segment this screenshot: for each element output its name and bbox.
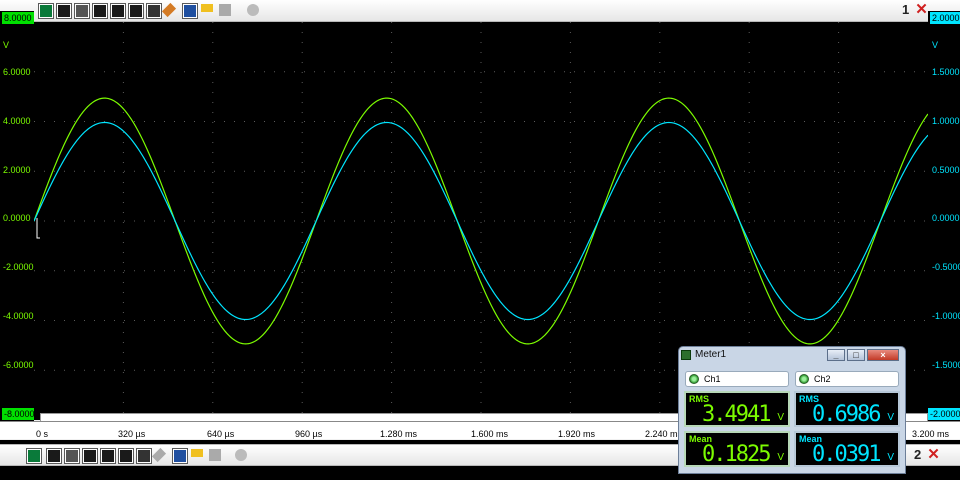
- tab-ch1-label: Ch1: [704, 374, 721, 384]
- x-tick-label: 2.240 ms: [645, 429, 683, 439]
- y-right-tick: -1.0000: [932, 311, 960, 321]
- scope-number-2: 2: [914, 447, 922, 462]
- close-scope-2-icon[interactable]: ✕: [926, 447, 941, 462]
- y-left-tick: -2.0000: [3, 262, 34, 272]
- ch1-mean-unit: V: [777, 452, 784, 463]
- tab-ch2[interactable]: Ch2: [795, 371, 899, 387]
- y-right-unit: V: [932, 40, 939, 50]
- grid-tool-icon-2[interactable]: [64, 448, 80, 464]
- minimize-button[interactable]: _: [827, 349, 845, 361]
- y-left-tick: -6.0000: [3, 360, 34, 370]
- hold-tool-icon[interactable]: [146, 3, 162, 19]
- pencil-icon-2[interactable]: [151, 447, 170, 464]
- tab-ch1[interactable]: Ch1: [685, 371, 789, 387]
- y-right-max[interactable]: 2.0000: [930, 12, 960, 24]
- x-tick-label: 960 µs: [295, 429, 323, 439]
- waveform-tool-icon-2[interactable]: [46, 448, 62, 464]
- trigger-tool-icon[interactable]: [110, 3, 126, 19]
- ch2-rms-unit: V: [887, 412, 894, 423]
- hold-tool-icon-2[interactable]: [136, 448, 152, 464]
- close-scope-icon[interactable]: ✕: [914, 2, 929, 17]
- scope-number: 1: [902, 2, 910, 17]
- meter-window[interactable]: Meter1 _ □ × Ch1 Ch2 RMS 3.4941 V RMS 0.…: [678, 346, 906, 474]
- ch1-rms-readout: RMS 3.4941 V: [684, 391, 790, 427]
- meter-app-icon: [681, 350, 691, 360]
- ch1-rms-unit: V: [777, 412, 784, 423]
- ch2-indicator-icon: [799, 374, 809, 384]
- y-right-tick: 0.0000: [932, 213, 960, 223]
- note-icon[interactable]: [200, 3, 216, 19]
- y-right-tick: -0.5000: [932, 262, 960, 272]
- cursor-tool-icon[interactable]: [38, 3, 54, 19]
- settings-icon-2[interactable]: [234, 448, 250, 464]
- scope-toolbar: 1 ✕: [0, 0, 960, 22]
- y-right-min[interactable]: -2.0000: [928, 408, 960, 420]
- y-right-tick: 1.5000: [932, 67, 960, 77]
- maximize-button[interactable]: □: [847, 349, 865, 361]
- trigger-marker[interactable]: [36, 218, 40, 239]
- step-tool-icon-2[interactable]: [118, 448, 134, 464]
- cross-cursor-icon[interactable]: [218, 3, 234, 19]
- x-tick-label: 1.920 ms: [558, 429, 596, 439]
- ch1-indicator-icon: [689, 374, 699, 384]
- y-right-tick: 1.0000: [932, 116, 960, 126]
- y-right-tick: -1.5000: [932, 360, 960, 370]
- x-tick-label: 1.280 ms: [380, 429, 418, 439]
- y-left-tick: 2.0000: [3, 165, 31, 175]
- y-left-max[interactable]: 8.0000: [2, 12, 34, 24]
- tab-ch2-label: Ch2: [814, 374, 831, 384]
- ch2-mean-readout: Mean 0.0391 V: [794, 431, 900, 467]
- pencil-icon[interactable]: [161, 2, 180, 19]
- y-left-tick: 0.0000: [3, 213, 31, 223]
- y-left-tick: 4.0000: [3, 116, 31, 126]
- ch1-rms-value: 3.4941: [702, 402, 771, 427]
- ch2-mean-value: 0.0391: [812, 442, 881, 467]
- save-icon[interactable]: [182, 3, 198, 19]
- x-tick-label: 3.200 ms: [912, 429, 950, 439]
- settings-icon[interactable]: [246, 3, 262, 19]
- x-tick-label: 1.600 ms: [471, 429, 509, 439]
- ch1-mean-readout: Mean 0.1825 V: [684, 431, 790, 467]
- ch1-mean-value: 0.1825: [702, 442, 771, 467]
- x-tick-label: 0 s: [36, 429, 49, 439]
- y-left-tick: 6.0000: [3, 67, 31, 77]
- ch2-rms-readout: RMS 0.6986 V: [794, 391, 900, 427]
- trigger-tool-icon-2[interactable]: [100, 448, 116, 464]
- cross-cursor-icon-2[interactable]: [208, 448, 224, 464]
- scope-window: 1 ✕ 8.0000 2.0000 V V 6.0000 4.0000 2.0000…: [0, 0, 960, 480]
- y-left-min[interactable]: -8.0000: [2, 408, 35, 420]
- grid-tool-icon[interactable]: [74, 3, 90, 19]
- y-left-unit: V: [3, 40, 10, 50]
- step-tool-icon[interactable]: [128, 3, 144, 19]
- x-tick-label: 640 µs: [207, 429, 235, 439]
- x-tick-label: 320 µs: [118, 429, 146, 439]
- ch2-rms-value: 0.6986: [812, 402, 881, 427]
- y-right-tick: 0.5000: [932, 165, 960, 175]
- close-button[interactable]: ×: [867, 349, 899, 361]
- note-icon-2[interactable]: [190, 448, 206, 464]
- meter-title: Meter1: [695, 349, 727, 360]
- measure-tool-icon[interactable]: [92, 3, 108, 19]
- trace-ch1: [34, 97, 928, 345]
- save-icon-2[interactable]: [172, 448, 188, 464]
- y-left-tick: -4.0000: [3, 311, 34, 321]
- waveform-tool-icon[interactable]: [56, 3, 72, 19]
- measure-tool-icon-2[interactable]: [82, 448, 98, 464]
- ch2-mean-unit: V: [887, 452, 894, 463]
- cursor-tool-icon-2[interactable]: [26, 448, 42, 464]
